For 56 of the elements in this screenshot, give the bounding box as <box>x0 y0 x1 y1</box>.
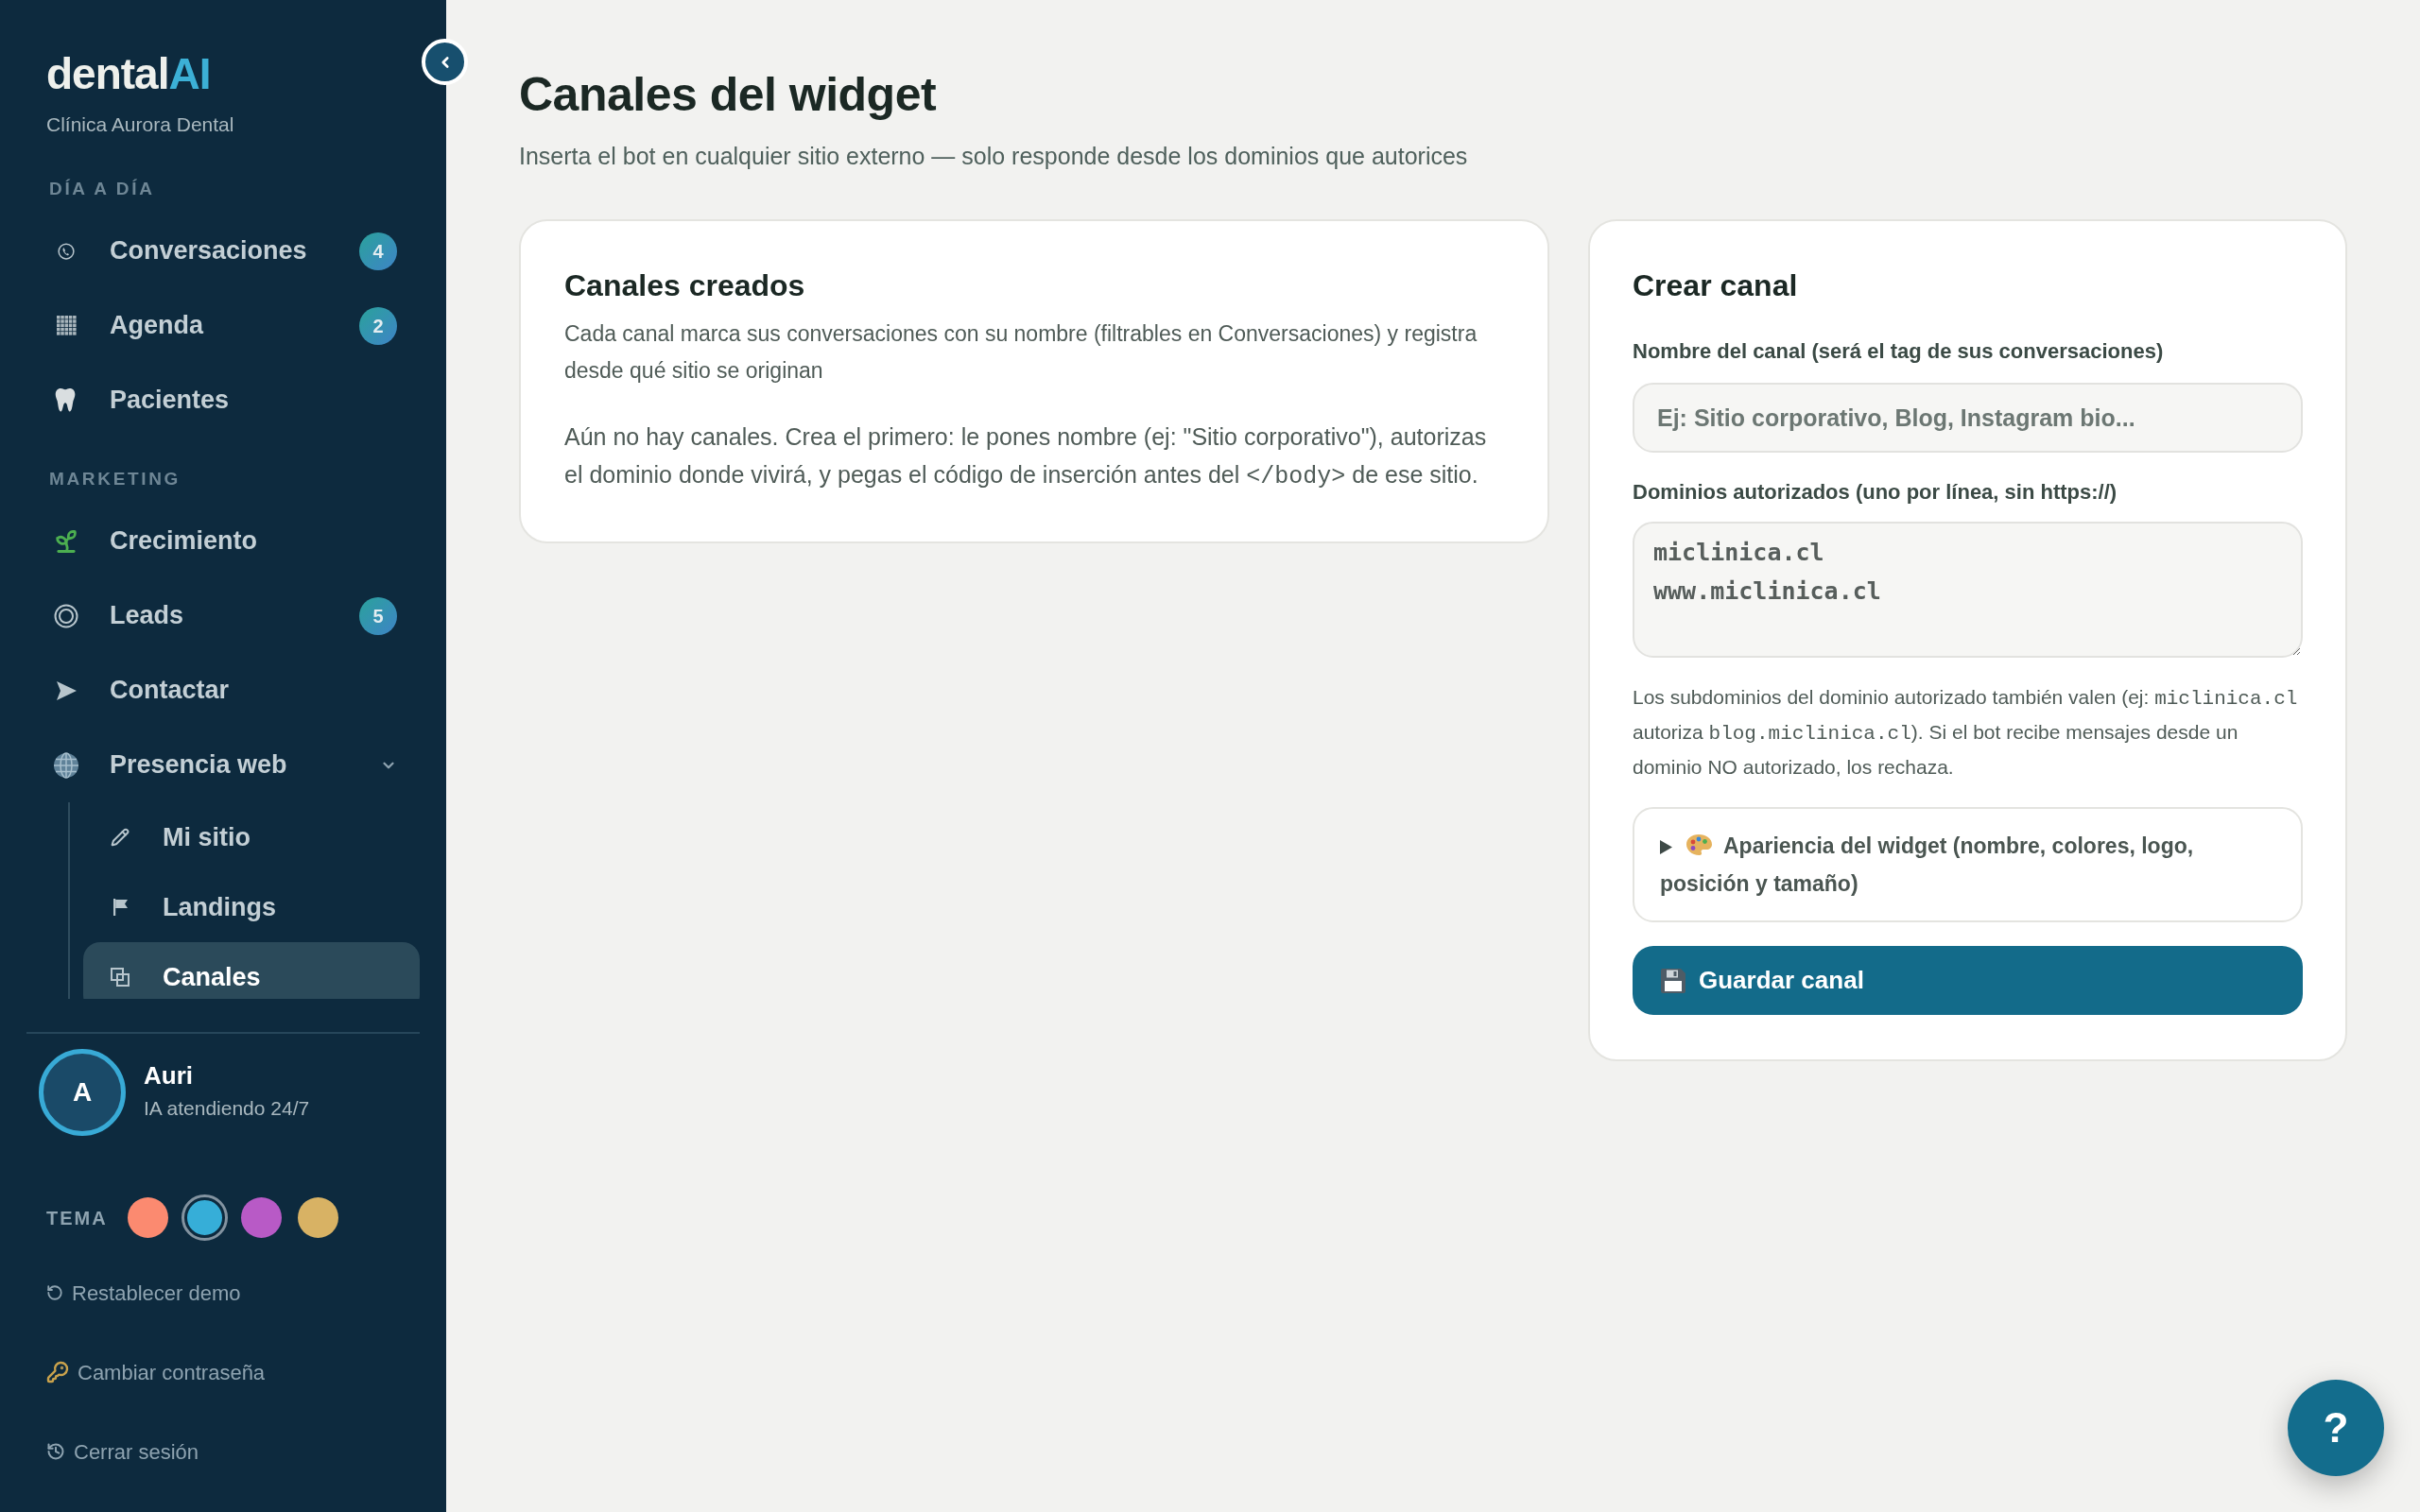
palette-icon <box>1685 833 1712 856</box>
save-channel-button[interactable]: Guardar canal <box>1633 946 2303 1015</box>
count-badge: 2 <box>359 306 397 345</box>
domains-textarea[interactable]: miclinica.cl www.miclinica.cl <box>1633 522 2303 658</box>
help-button[interactable]: ? <box>2288 1380 2384 1476</box>
theme-label: TEMA <box>46 1206 109 1230</box>
nav-item[interactable]: Leads 5 <box>38 578 420 653</box>
assistant-status: IA atendiendo 24/7 <box>144 1096 310 1121</box>
nav-subitem[interactable]: Landings <box>83 872 420 942</box>
count-badge: 4 <box>359 232 397 270</box>
theme-swatch[interactable] <box>298 1197 338 1238</box>
nav-item[interactable]: Presencia web <box>38 728 420 802</box>
flag-icon <box>112 899 128 916</box>
grid-icon <box>56 316 77 335</box>
phone-circle-icon <box>58 242 75 260</box>
pencil-icon <box>111 828 130 847</box>
overlapping-squares-icon <box>111 968 130 987</box>
ring-icon <box>54 603 78 628</box>
clinic-name: Clínica Aurora Dental <box>46 112 235 137</box>
globe-icon <box>53 751 79 779</box>
theme-swatch[interactable] <box>128 1197 168 1238</box>
nav-item[interactable]: Contactar <box>38 653 420 728</box>
send-arrow-icon <box>56 680 77 700</box>
key-icon <box>46 1361 69 1383</box>
help-text: Los subdominios del dominio autorizado también valen (ej: miclinica.cl autoriza blog.miclinica.cl). Si el bot recibe mensajes desde un dominio NO autorizado, los rechaza. <box>1633 685 2299 780</box>
theme-swatch[interactable] <box>184 1197 225 1238</box>
collapse-sidebar-button[interactable] <box>422 39 468 85</box>
history-icon <box>46 1442 65 1461</box>
assistant-name: Auri <box>144 1060 194 1091</box>
card-title: Canales creados <box>564 267 806 304</box>
section-heading: MARKETING <box>48 468 182 490</box>
sidebar-link[interactable]: Restablecer demo <box>46 1274 241 1312</box>
page-subtitle: Inserta el bot en cualquier sitio externo — solo responde desde los dominios que autorices <box>519 142 1468 171</box>
theme-swatch[interactable] <box>241 1197 282 1238</box>
card-description: Cada canal marca sus conversaciones con su nombre (filtrables en Conversaciones) y registra desde qué sitio se originan <box>564 320 1478 385</box>
field-label: Dominios autorizados (uno por línea, sin https://) <box>1633 479 2118 506</box>
sidebar-link[interactable]: Cambiar contraseña <box>46 1353 266 1391</box>
card-title: Crear canal <box>1633 267 1799 304</box>
nav-item[interactable]: Pacientes <box>38 363 420 438</box>
logo-text: dentalAI <box>46 51 212 96</box>
nav-item[interactable]: Agenda 2 <box>38 288 420 363</box>
sprout-icon <box>53 527 79 555</box>
channel-name-input[interactable]: Ej: Sitio corporativo, Blog, Instagram bio... <box>1633 383 2303 453</box>
sidebar-link[interactable]: Cerrar sesión <box>46 1433 199 1470</box>
nav-item[interactable]: Crecimiento <box>38 504 420 578</box>
field-label: Nombre del canal (será el tag de sus conversaciones) <box>1633 338 2165 365</box>
nav-subitem[interactable]: Canales <box>83 942 420 999</box>
section-heading: DÍA A DÍA <box>48 178 156 200</box>
reset-arrow-icon <box>46 1284 63 1301</box>
appearance-disclosure[interactable]: Apariencia del widget (nombre, colores, logo, posición y tamaño) <box>1633 807 2303 922</box>
avatar: A <box>39 1049 126 1136</box>
count-badge: 5 <box>359 596 397 635</box>
empty-state-text: Aún no hay canales. Crea el primero: le pones nombre (ej: "Sitio corporativo"), autorizas el dominio donde vivirá, y pegas el código de inserción antes del </body> de ese sitio. <box>564 422 1488 492</box>
nav-item[interactable]: Conversaciones 4 <box>38 214 420 288</box>
nav-subitem[interactable]: Mi sitio <box>83 802 420 872</box>
page-title: Canales del widget <box>519 67 937 123</box>
